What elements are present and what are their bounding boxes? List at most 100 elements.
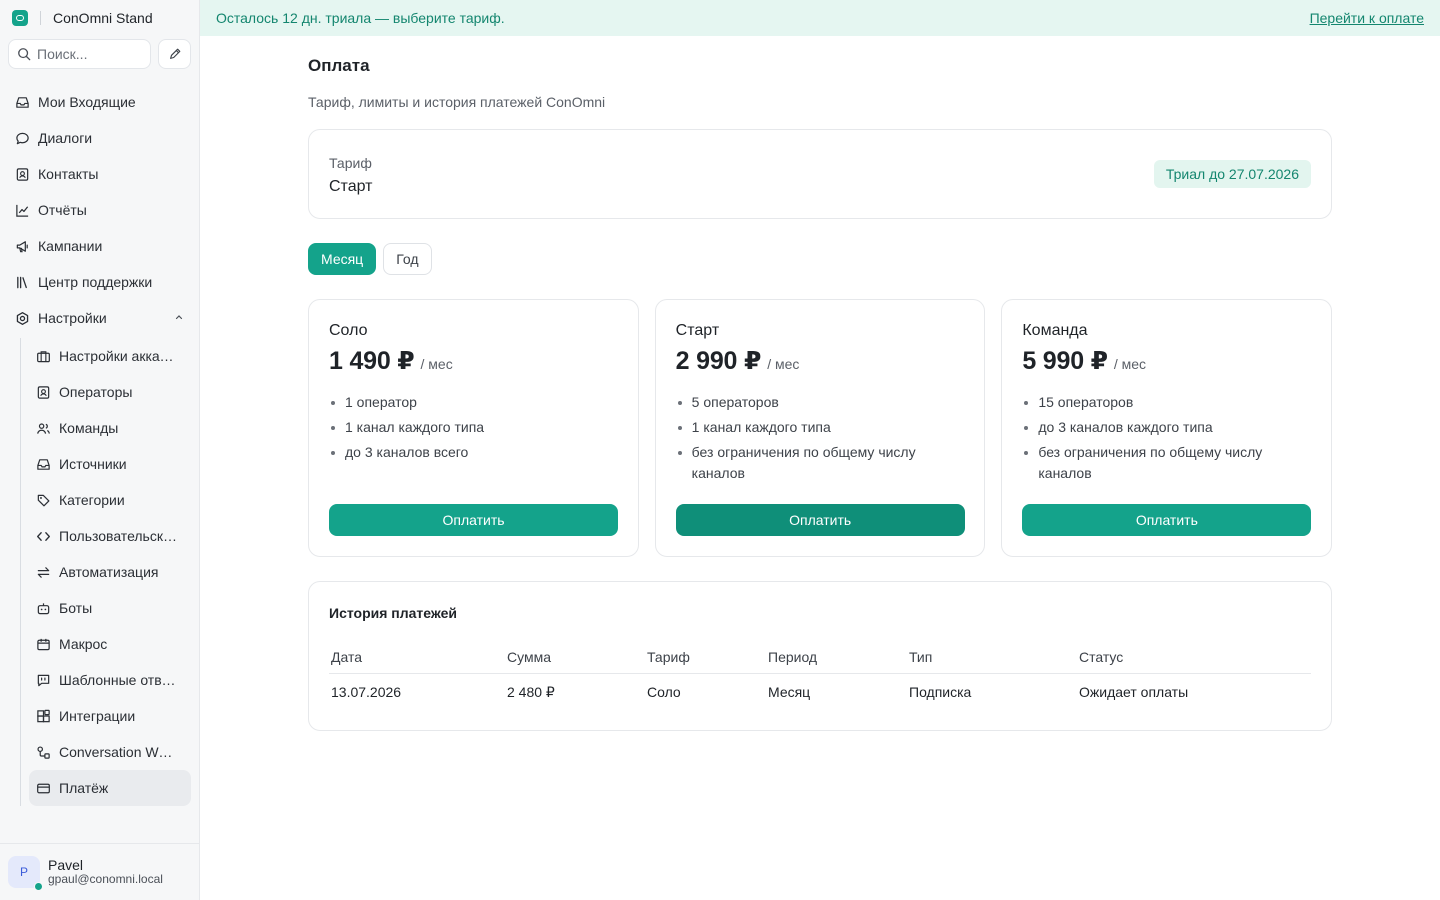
main-nav: Мои Входящие Диалоги Контакты Отчёты Кам… xyxy=(0,84,200,336)
plan-feature: 1 канал каждого типа xyxy=(676,417,965,438)
brand-divider xyxy=(40,11,41,25)
cell-date: 13.07.2026 xyxy=(331,684,402,701)
nav-item-help-center[interactable]: Центр поддержки xyxy=(0,264,200,300)
sidebar-item-teams[interactable]: Команды xyxy=(21,410,196,446)
nav-item-inbox[interactable]: Мои Входящие xyxy=(0,84,200,120)
plan-price-amount: 1 490 ₽ xyxy=(329,347,415,375)
brand[interactable]: ConOmni Stand xyxy=(12,8,153,28)
sidebar-item-payment[interactable]: Платёж xyxy=(29,770,191,806)
nav-item-settings[interactable]: Настройки xyxy=(0,300,200,336)
plan-price: 5 990 ₽ / мес xyxy=(1022,346,1311,376)
sidebar-item-bots[interactable]: Боты xyxy=(21,590,196,626)
pay-start-button[interactable]: Оплатить xyxy=(675,504,965,536)
settings-icon xyxy=(14,310,30,326)
plan-card-team: Команда 5 990 ₽ / мес 15 операторов до 3… xyxy=(1001,299,1333,557)
plan-card-solo: Соло 1 490 ₽ / мес 1 оператор 1 канал ка… xyxy=(308,299,639,557)
cell-period: Месяц xyxy=(768,684,811,701)
avatar[interactable]: P xyxy=(8,856,43,891)
sidebar-item-integrations[interactable]: Интеграции xyxy=(21,698,196,734)
calendar-icon xyxy=(35,636,51,652)
sidebar-item-canned-responses[interactable]: Шаблонные ответы xyxy=(21,662,196,698)
nav-item-label: Кампании xyxy=(38,238,103,254)
user-name: Pavel xyxy=(48,857,84,874)
tariff-name: Старт xyxy=(329,178,373,195)
plan-features: 15 операторов до 3 каналов каждого типа … xyxy=(1022,392,1311,484)
payment-history-title: История платежей xyxy=(329,605,458,621)
column-header-tariff: Тариф xyxy=(645,642,766,674)
plan-card-start: Старт 2 990 ₽ / мес 5 операторов 1 канал… xyxy=(654,299,986,557)
table-row: 13.07.2026 2 480 ₽ Соло Месяц Подписка О… xyxy=(329,673,1311,711)
search-input[interactable] xyxy=(37,46,137,62)
nav-item-label: Отчёты xyxy=(38,202,87,218)
sidebar-item-account-settings[interactable]: Настройки аккаунта xyxy=(21,338,196,374)
plan-features: 1 оператор 1 канал каждого типа до 3 кан… xyxy=(329,392,618,463)
page-title: Оплата xyxy=(308,56,370,75)
nav-item-campaigns[interactable]: Кампании xyxy=(0,228,200,264)
pencil-icon xyxy=(169,48,180,59)
main-content: Оплата Тариф, лимиты и история платежей … xyxy=(308,56,1333,731)
search-box[interactable] xyxy=(8,39,151,69)
users-icon xyxy=(35,420,51,436)
line-chart-icon xyxy=(14,202,30,218)
compose-button[interactable] xyxy=(158,39,191,69)
tariff-label: Тариф xyxy=(329,155,372,171)
bot-icon xyxy=(35,600,51,616)
nav-item-contacts[interactable]: Контакты xyxy=(0,156,200,192)
arrows-swap-icon xyxy=(35,564,51,580)
sidebar-item-label: Автоматизация xyxy=(59,564,159,580)
plan-name: Соло xyxy=(329,322,368,339)
period-year-button[interactable]: Год xyxy=(383,243,432,275)
user-email: gpaul@conomni.local xyxy=(48,872,163,887)
contact-card-icon xyxy=(14,166,30,182)
sidebar-item-label: Платёж xyxy=(59,780,109,796)
credit-card-icon xyxy=(35,780,51,796)
chevron-up-icon[interactable] xyxy=(174,312,184,322)
briefcase-icon xyxy=(35,348,51,364)
plan-price-amount: 5 990 ₽ xyxy=(1022,347,1108,375)
brand-name: ConOmni Stand xyxy=(53,10,153,26)
user-profile[interactable]: P Pavel gpaul@conomni.local xyxy=(0,843,200,900)
inbox-icon xyxy=(14,94,30,110)
sidebar-item-categories[interactable]: Категории xyxy=(21,482,196,518)
pay-team-button[interactable]: Оплатить xyxy=(1022,504,1312,536)
go-to-payment-link[interactable]: Перейти к оплате xyxy=(1310,10,1424,26)
avatar-initial: P xyxy=(19,865,28,879)
nav-item-reports[interactable]: Отчёты xyxy=(0,192,200,228)
puzzle-icon xyxy=(35,708,51,724)
nav-item-label: Настройки xyxy=(38,310,107,326)
column-header-type: Тип xyxy=(907,642,1077,674)
sidebar-item-label: Операторы xyxy=(59,384,133,400)
nav-item-label: Диалоги xyxy=(38,130,93,146)
plan-feature: 5 операторов xyxy=(676,392,965,413)
plan-feature: 15 операторов xyxy=(1022,392,1311,413)
sidebar-item-custom-attributes[interactable]: Пользовательские атрибуты xyxy=(21,518,196,554)
column-header-amount: Сумма xyxy=(505,642,645,674)
sidebar: ConOmni Stand Мои Входящие Диалоги Конта… xyxy=(0,0,200,900)
sidebar-item-automation[interactable]: Автоматизация xyxy=(21,554,196,590)
sidebar-item-sources[interactable]: Источники xyxy=(21,446,196,482)
plan-price-period: / мес xyxy=(767,356,800,372)
plan-name: Команда xyxy=(1022,322,1088,339)
sidebar-item-macros[interactable]: Макрос xyxy=(21,626,196,662)
nav-item-label: Центр поддержки xyxy=(38,274,153,290)
nav-item-dialogs[interactable]: Диалоги xyxy=(0,120,200,156)
plan-feature: до 3 каналов каждого типа xyxy=(1022,417,1311,438)
sidebar-item-label: Макрос xyxy=(59,636,108,652)
column-header-status: Статус xyxy=(1077,642,1311,674)
column-header-date: Дата xyxy=(329,642,505,674)
pay-solo-button[interactable]: Оплатить xyxy=(329,504,618,536)
trial-banner-text: Осталось 12 дн. триала — выберите тариф. xyxy=(216,10,505,26)
library-icon xyxy=(14,274,30,290)
sidebar-item-operators[interactable]: Операторы xyxy=(21,374,196,410)
plan-price: 2 990 ₽ / мес xyxy=(676,346,965,376)
megaphone-icon xyxy=(14,238,30,254)
plan-name: Старт xyxy=(675,322,720,339)
sidebar-item-conversation-workflows[interactable]: Conversation Workflows xyxy=(21,734,196,770)
quote-message-icon xyxy=(35,672,51,688)
period-month-button[interactable]: Месяц xyxy=(308,243,377,275)
search-icon xyxy=(18,48,31,61)
contact-card-icon xyxy=(35,384,51,400)
payment-history-card: История платежей Дата Сумма Тариф Период… xyxy=(308,581,1332,731)
plan-features: 5 операторов 1 канал каждого типа без ог… xyxy=(676,392,965,484)
sidebar-item-label: Категории xyxy=(59,492,125,508)
